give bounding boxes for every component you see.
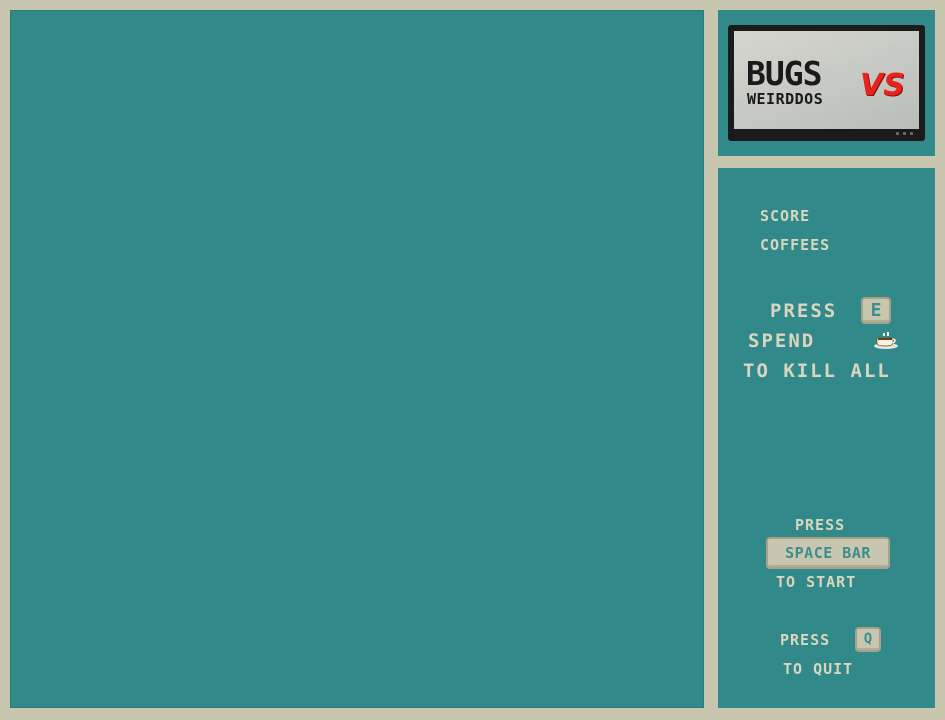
frame-top xyxy=(0,0,945,10)
game-logo: BUGS VS WEIRDDOS xyxy=(728,25,925,141)
space-bar-key[interactable]: SPACE BAR xyxy=(766,537,890,569)
coffees-label: COFFEES xyxy=(760,236,831,254)
frame-right xyxy=(935,0,945,720)
logo-screen: BUGS VS WEIRDDOS xyxy=(734,31,919,129)
key-e-icon: E xyxy=(861,297,891,324)
frame-mid xyxy=(718,156,945,168)
special-spend-label: SPEND xyxy=(748,330,816,352)
frame-divider xyxy=(704,0,718,720)
frame-left xyxy=(0,0,10,720)
logo-title-bugs: BUGS xyxy=(746,54,822,93)
logo-title-weirddos: WEIRDDOS xyxy=(747,90,824,108)
coffee-cup-icon xyxy=(874,332,898,349)
game-board[interactable] xyxy=(10,10,704,708)
key-q-icon[interactable]: Q xyxy=(855,627,881,652)
special-action-label: TO KILL ALL xyxy=(743,360,891,382)
frame-bottom xyxy=(0,708,945,720)
start-press-label: PRESS xyxy=(795,516,846,534)
logo-title-vs: VS xyxy=(860,68,905,103)
start-action-label: TO START xyxy=(776,573,857,591)
quit-action-label: TO QUIT xyxy=(783,660,854,678)
score-label: SCORE xyxy=(760,207,811,225)
monitor-led xyxy=(903,132,906,135)
special-press-label: PRESS xyxy=(770,300,838,322)
monitor-led xyxy=(910,132,913,135)
quit-press-label: PRESS xyxy=(780,631,831,649)
monitor-led xyxy=(896,132,899,135)
